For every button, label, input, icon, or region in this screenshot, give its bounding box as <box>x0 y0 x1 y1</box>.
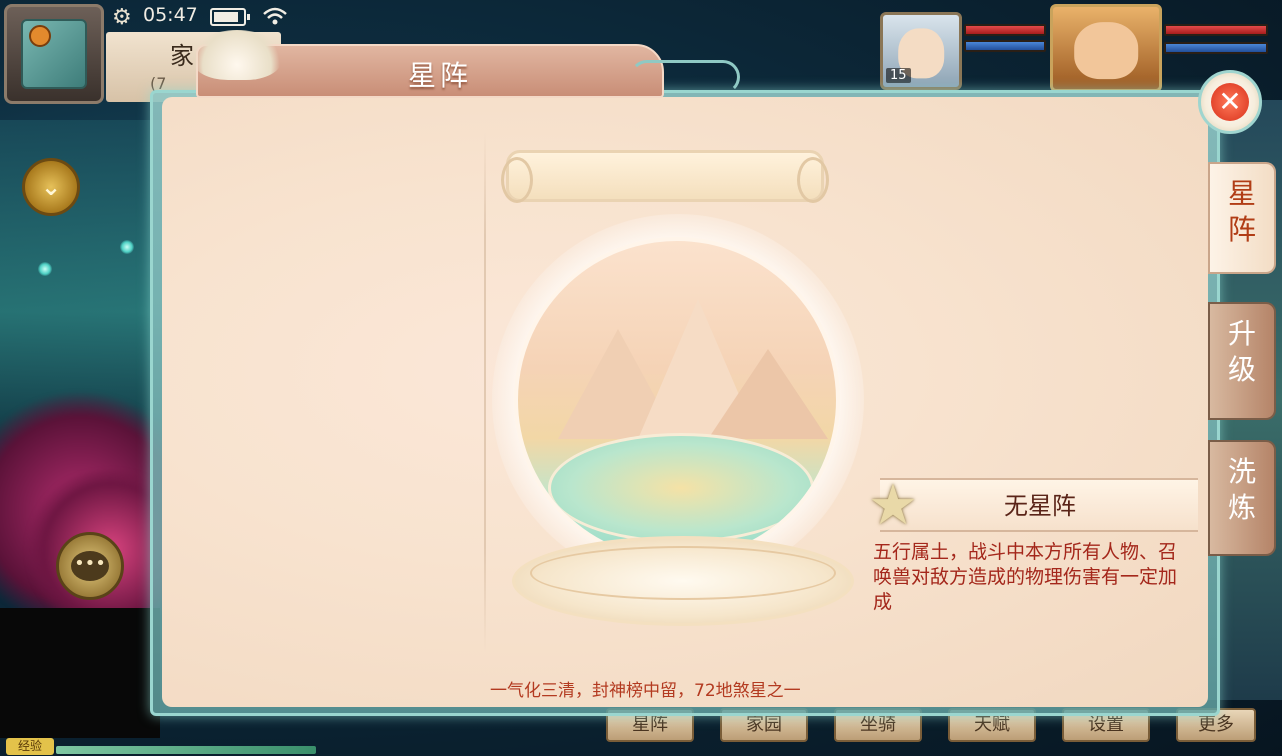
gear-icon[interactable]: ⚙ <box>112 7 134 29</box>
star-formation-orb <box>514 237 840 563</box>
player-face <box>1074 22 1138 80</box>
formation-name: 无星阵 <box>1004 492 1076 520</box>
status-time: 05:47 <box>143 4 198 26</box>
world-map-button[interactable] <box>4 4 104 104</box>
tab-label: 升 级 <box>1227 317 1256 386</box>
close-icon: ✕ <box>1211 83 1249 121</box>
exp-bar <box>56 746 316 754</box>
pet-mp-bar <box>964 40 1046 52</box>
lotus-ornament <box>192 30 282 80</box>
mountain-illustration <box>708 349 828 439</box>
pet-level-badge: 15 <box>886 68 911 83</box>
chat-button[interactable]: ••• <box>56 532 124 600</box>
pedestal-rim <box>530 546 836 600</box>
formation-description: 五行属土，战斗中本方所有人物、召唤兽对敌方造成的物理伤害有一定加成 <box>873 541 1178 613</box>
wifi-icon <box>262 6 288 26</box>
expand-menu-button[interactable]: ⌄ <box>22 158 80 216</box>
pet-hp-bar <box>964 24 1046 36</box>
chat-log-panel <box>0 608 160 738</box>
jade-pool-illustration <box>548 433 814 543</box>
home-label: 家 <box>170 42 194 70</box>
dialog-title: 星阵 <box>407 59 472 92</box>
tab-upgrade[interactable]: 升 级 <box>1208 302 1276 420</box>
glow-light <box>120 240 134 254</box>
chevron-down-icon: ⌄ <box>40 173 62 201</box>
cloud-swirl-ornament <box>630 60 740 94</box>
panel-divider <box>484 132 486 652</box>
formation-verse: 一气化三清，封神榜中留，72地煞星之一 <box>490 681 801 701</box>
tab-label: 星 阵 <box>1227 177 1256 246</box>
player-mp-bar <box>1164 42 1268 54</box>
star-icon: ★ <box>867 473 919 538</box>
map-icon <box>21 19 87 89</box>
chat-icon: ••• <box>71 551 109 581</box>
formation-name-scroll <box>501 150 829 203</box>
exp-label: 经验 <box>6 738 54 755</box>
glow-light <box>38 262 52 276</box>
battery-icon <box>210 8 250 26</box>
close-button[interactable]: ✕ <box>1198 70 1262 134</box>
compass-icon <box>29 25 51 47</box>
player-portrait[interactable] <box>1050 4 1162 92</box>
player-hp-bar <box>1164 24 1268 36</box>
tab-star-formation[interactable]: 星 阵 <box>1208 162 1276 274</box>
tab-refine[interactable]: 洗 炼 <box>1208 440 1276 556</box>
tab-label: 洗 炼 <box>1227 455 1256 524</box>
